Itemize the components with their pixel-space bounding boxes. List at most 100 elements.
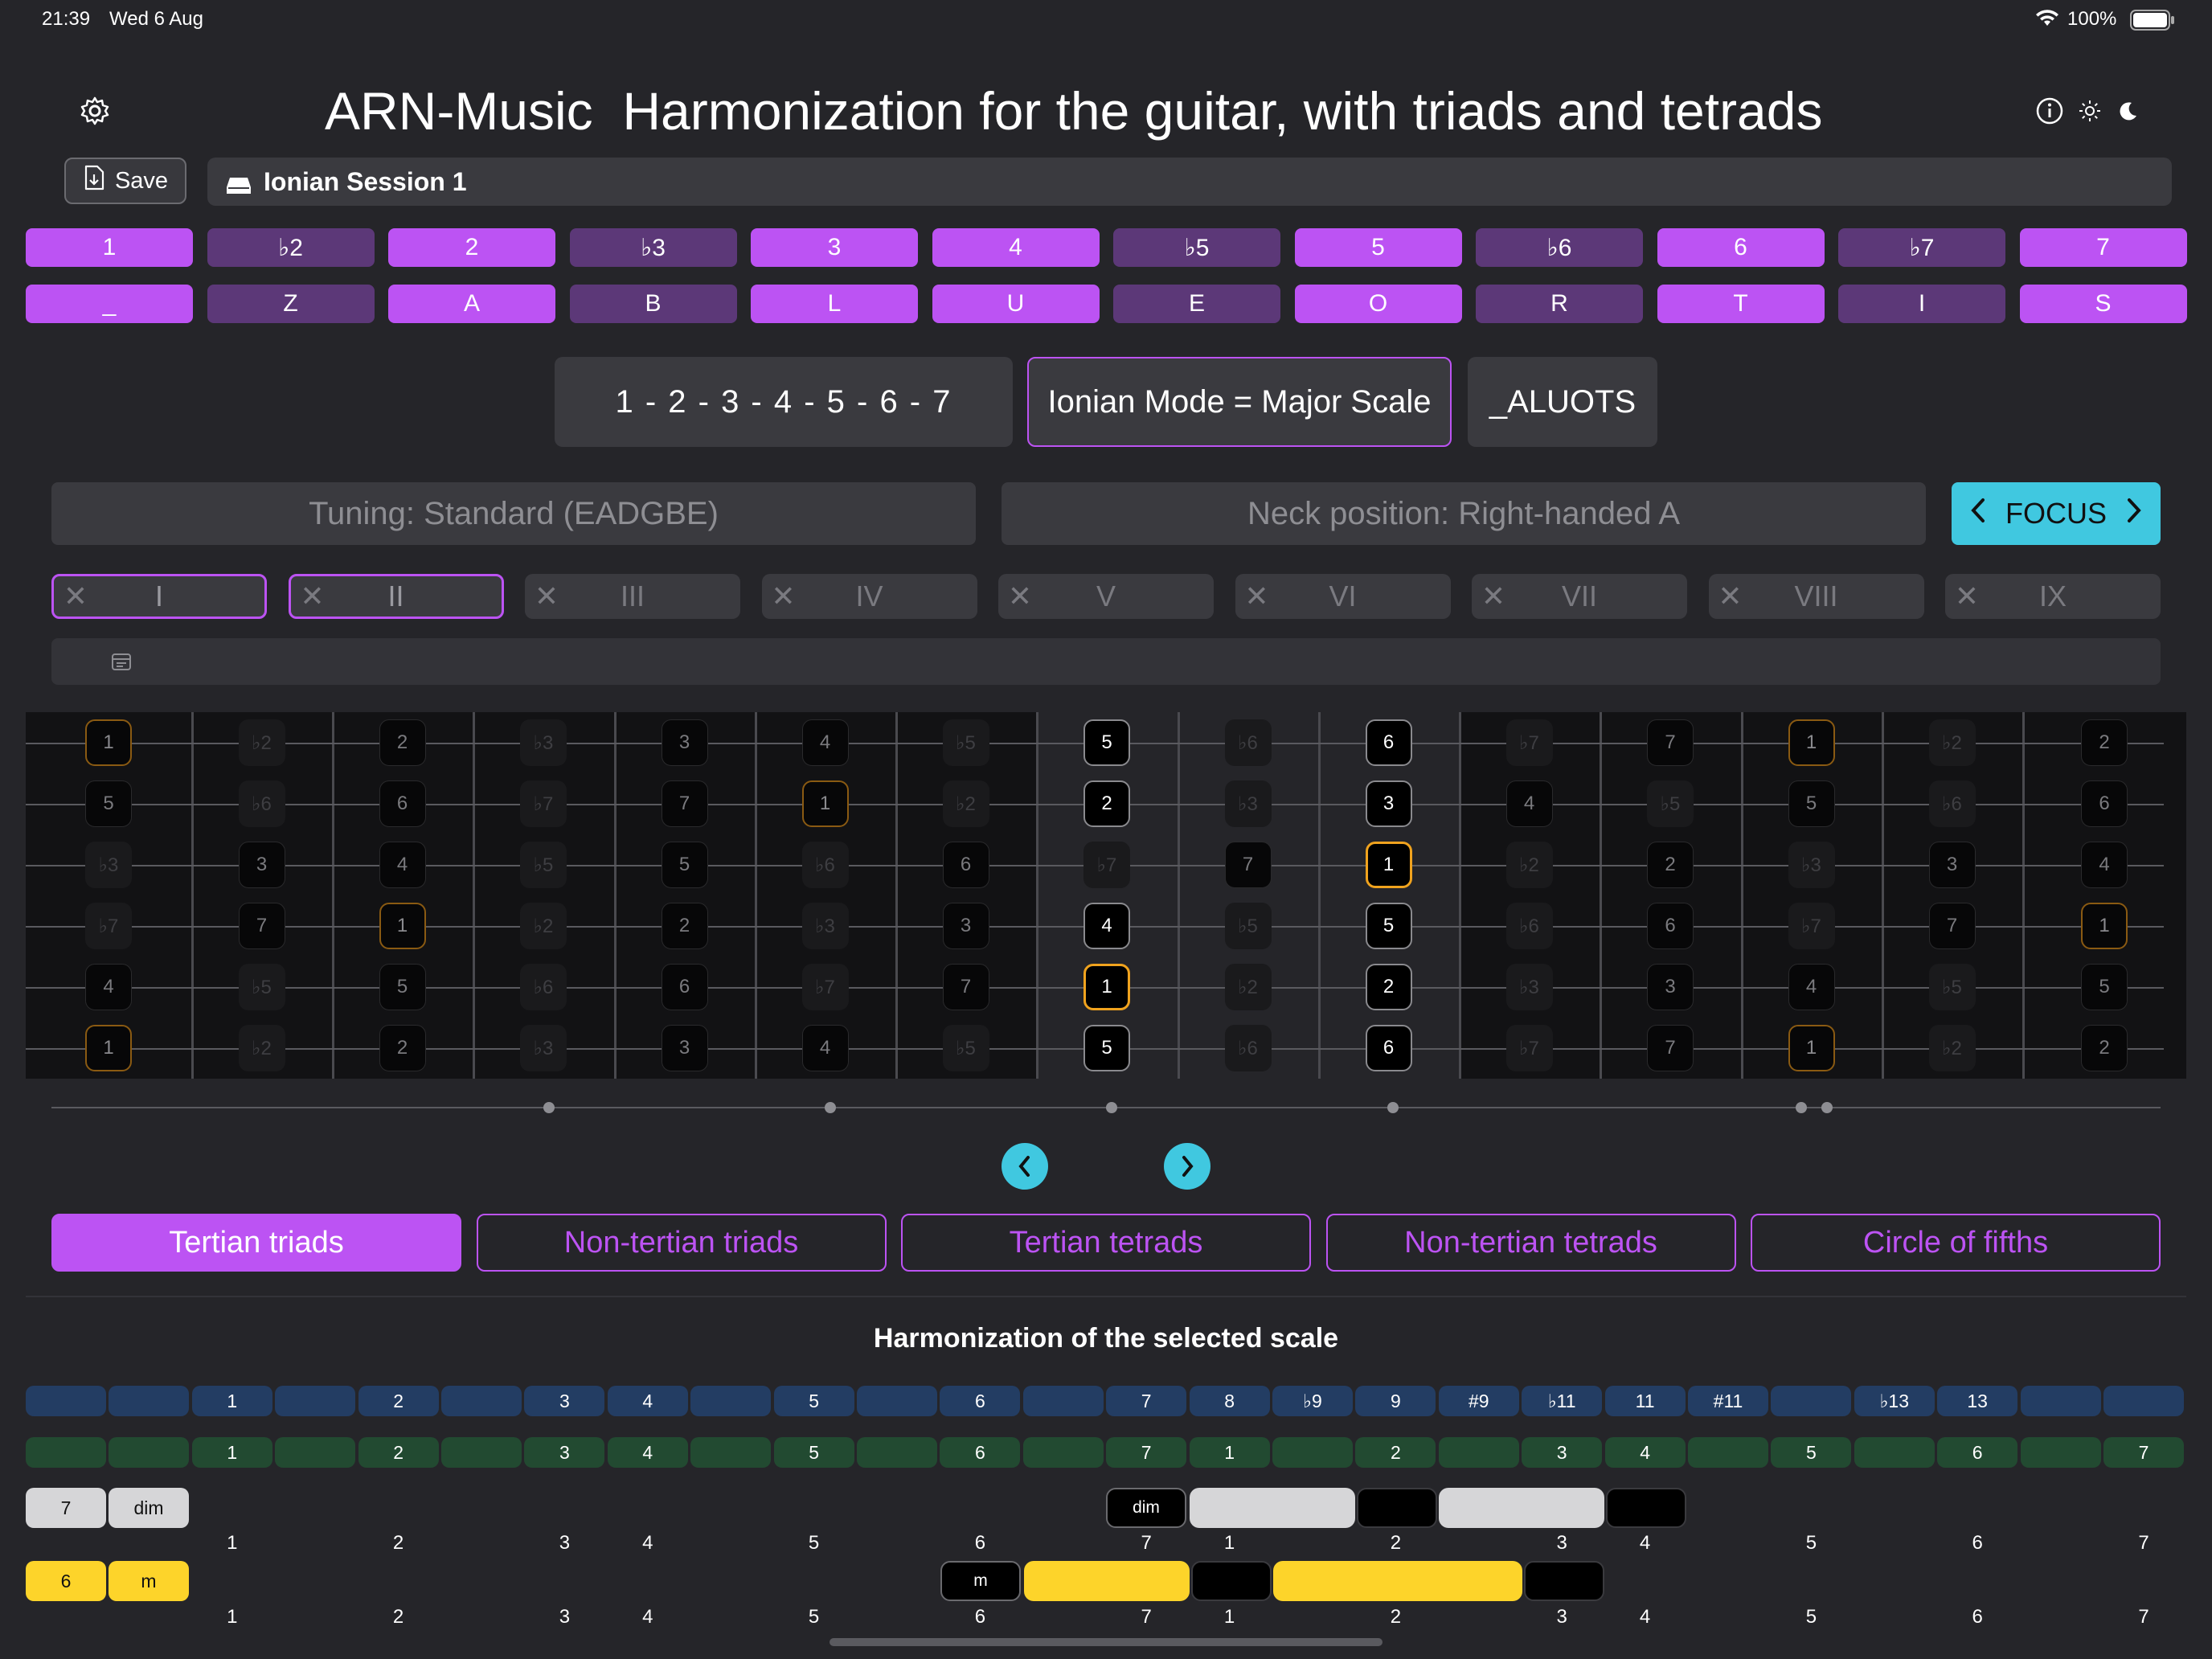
letter-button[interactable]: B (569, 285, 737, 323)
note-marker[interactable]: 4 (1505, 780, 1553, 827)
degree-button[interactable]: ♭3 (569, 228, 737, 267)
interval-cell[interactable]: 2 (358, 1386, 439, 1416)
letter-button[interactable]: O (1294, 285, 1462, 323)
note-marker[interactable]: 7 (942, 964, 989, 1010)
note-marker[interactable]: ♭2 (520, 903, 567, 949)
note-marker[interactable]: 5 (1788, 780, 1835, 827)
root-note-marker[interactable]: 1 (85, 719, 132, 766)
note-marker[interactable]: 5 (1083, 719, 1130, 766)
letter-button[interactable]: Z (207, 285, 375, 323)
tab-tertian-tetrads[interactable]: Tertian tetrads (901, 1214, 1311, 1272)
interval-cell[interactable] (26, 1386, 106, 1416)
degree-cell[interactable]: 6 (940, 1437, 1021, 1468)
note-marker[interactable]: 2 (379, 1025, 426, 1071)
note-marker[interactable]: 5 (661, 842, 708, 888)
interval-cell[interactable] (1022, 1386, 1104, 1416)
interval-cell[interactable]: 6 (940, 1386, 1021, 1416)
chord-quality-chip[interactable]: dim (109, 1488, 189, 1528)
degree-cell[interactable] (441, 1437, 522, 1468)
note-marker[interactable]: 5 (379, 964, 426, 1010)
degree-cell[interactable]: 3 (524, 1437, 605, 1468)
letter-button[interactable]: T (1657, 285, 1825, 323)
note-marker[interactable]: 7 (238, 903, 285, 949)
interval-cell[interactable] (2103, 1386, 2184, 1416)
root-note-marker[interactable]: 1 (1788, 1025, 1835, 1071)
interval-cell[interactable] (109, 1386, 190, 1416)
note-marker[interactable]: ♭7 (85, 903, 132, 949)
letter-button[interactable]: U (932, 285, 1100, 323)
note-marker[interactable]: ♭7 (1505, 1025, 1553, 1071)
note-marker[interactable]: ♭3 (1505, 964, 1553, 1010)
degree-cell[interactable]: 1 (191, 1437, 272, 1468)
note-marker[interactable]: ♭7 (1788, 903, 1835, 949)
note-marker[interactable]: 6 (1647, 903, 1694, 949)
note-marker[interactable]: ♭7 (520, 780, 567, 827)
degree-cell[interactable]: 1 (1189, 1437, 1270, 1468)
letter-button[interactable]: S (2019, 285, 2187, 323)
tab-tertian-triads[interactable]: Tertian triads (51, 1214, 461, 1272)
note-marker[interactable]: ♭2 (942, 780, 989, 827)
letter-button[interactable]: R (1476, 285, 1643, 323)
remove-position-icon[interactable]: ✕ (291, 580, 334, 613)
position-I[interactable]: ✕ I (51, 574, 267, 619)
degree-button[interactable]: 4 (932, 228, 1100, 267)
interval-cell[interactable] (857, 1386, 937, 1416)
chord-degree-chip[interactable]: 6 (26, 1561, 106, 1601)
interval-cell[interactable] (275, 1386, 356, 1416)
position-VII[interactable]: ✕ VII (1472, 574, 1687, 619)
note-marker[interactable]: ♭3 (85, 842, 132, 888)
note-marker[interactable]: ♭2 (1928, 1025, 1976, 1071)
interval-cell[interactable]: 7 (1106, 1386, 1187, 1416)
note-marker[interactable]: 7 (1647, 1025, 1694, 1071)
note-marker[interactable]: 3 (1647, 964, 1694, 1010)
note-marker[interactable]: ♭2 (1505, 842, 1553, 888)
note-marker[interactable]: 7 (661, 780, 708, 827)
note-marker[interactable]: 6 (1365, 719, 1412, 766)
interval-cell[interactable]: 1 (191, 1386, 272, 1416)
interval-cell[interactable]: ♭13 (1854, 1386, 1935, 1416)
letter-button[interactable]: I (1838, 285, 2005, 323)
note-marker[interactable]: 7 (1928, 903, 1976, 949)
interval-cell[interactable] (1771, 1386, 1852, 1416)
degree-cell[interactable]: 4 (1604, 1437, 1686, 1468)
position-VI[interactable]: ✕ VI (1235, 574, 1451, 619)
interval-cell[interactable]: ♭11 (1522, 1386, 1603, 1416)
letter-button[interactable]: A (388, 285, 555, 323)
sun-icon[interactable] (2074, 95, 2106, 127)
note-marker[interactable]: ♭6 (238, 780, 285, 827)
note-marker[interactable]: 4 (2081, 842, 2128, 888)
mode-name-button[interactable]: Ionian Mode = Major Scale (1027, 357, 1452, 447)
note-marker[interactable]: 4 (1083, 903, 1130, 949)
degree-button[interactable]: 3 (751, 228, 918, 267)
note-marker[interactable]: 2 (661, 903, 708, 949)
moon-icon[interactable] (2112, 95, 2144, 127)
previous-arrow-button[interactable] (1002, 1143, 1048, 1190)
note-marker[interactable]: 5 (85, 780, 132, 827)
session-name-field[interactable]: Ionian Session 1 (207, 158, 2172, 206)
note-marker[interactable]: ♭5 (942, 719, 989, 766)
note-marker[interactable]: ♭3 (520, 1025, 567, 1071)
note-marker[interactable]: 2 (1083, 780, 1130, 827)
note-marker[interactable]: ♭5 (1928, 964, 1976, 1010)
note-marker[interactable]: 5 (1365, 903, 1412, 949)
settings-gear-icon[interactable] (77, 93, 113, 129)
degree-cell[interactable]: 5 (773, 1437, 854, 1468)
note-marker[interactable]: 3 (942, 903, 989, 949)
focus-control[interactable]: FOCUS (1952, 482, 2161, 545)
remove-position-icon[interactable]: ✕ (1235, 580, 1279, 613)
root-note-marker[interactable]: 1 (801, 780, 849, 827)
position-VIII[interactable]: ✕ VIII (1708, 574, 1924, 619)
note-marker[interactable]: ♭5 (238, 964, 285, 1010)
degree-button[interactable]: ♭5 (1113, 228, 1280, 267)
interval-cell[interactable]: 8 (1189, 1386, 1270, 1416)
note-marker[interactable]: ♭3 (520, 719, 567, 766)
note-marker[interactable]: 2 (1365, 964, 1412, 1010)
focus-prev-chevron-icon[interactable] (1969, 497, 1987, 531)
degree-cell[interactable] (690, 1437, 772, 1468)
letter-button[interactable]: _ (26, 285, 193, 323)
degree-cell[interactable]: 6 (1937, 1437, 2018, 1468)
note-marker[interactable]: ♭3 (801, 903, 849, 949)
interval-cell[interactable] (2020, 1386, 2101, 1416)
degree-button[interactable]: ♭2 (207, 228, 375, 267)
degree-cell[interactable]: 7 (1106, 1437, 1187, 1468)
